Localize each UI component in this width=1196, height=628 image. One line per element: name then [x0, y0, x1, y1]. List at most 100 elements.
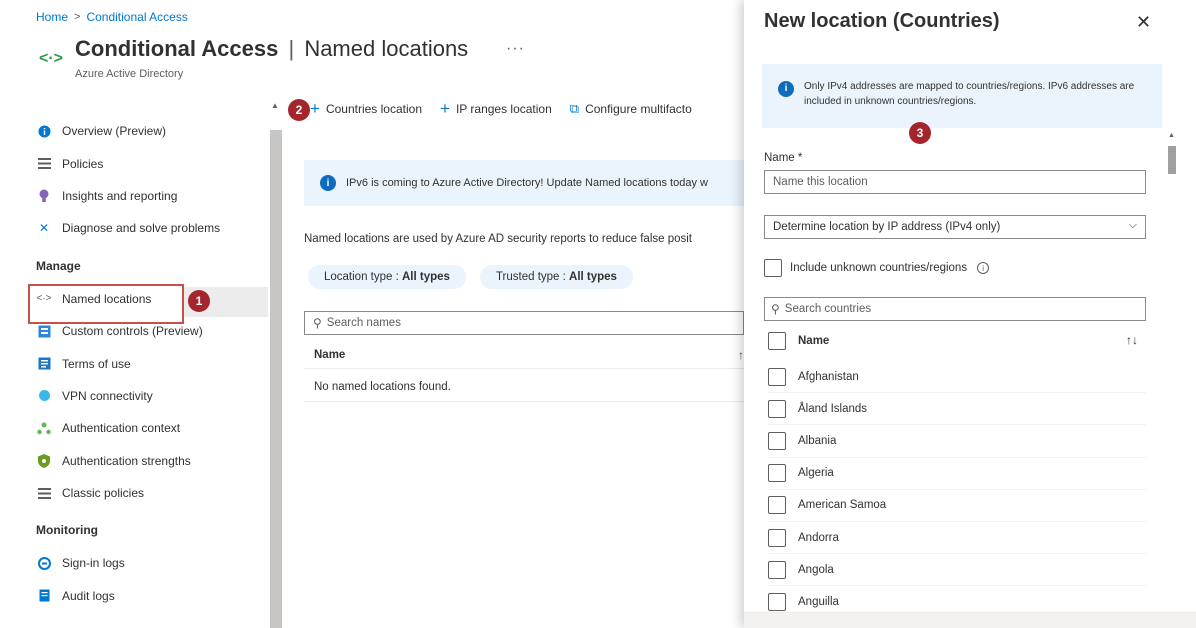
select-all-checkbox[interactable] [768, 332, 786, 350]
ip-ranges-location-button[interactable]: + IP ranges location [440, 100, 552, 117]
sidebar-item-label: Diagnose and solve problems [62, 221, 221, 236]
determine-location-select[interactable]: Determine location by IP address (IPv4 o… [764, 215, 1146, 239]
breadcrumb-conditional-access[interactable]: Conditional Access [86, 10, 187, 24]
list-item[interactable]: Andorra [768, 522, 1146, 555]
search-names-placeholder: Search names [326, 317, 401, 329]
more-options-button[interactable]: ··· [506, 40, 525, 58]
chevron-down-icon: ⌵ [1128, 219, 1137, 231]
list-icon [36, 156, 52, 172]
include-unknown-checkbox[interactable] [764, 259, 782, 277]
country-name: Åland Islands [798, 402, 868, 415]
named-locations-description: Named locations are used by Azure AD sec… [304, 233, 693, 245]
sidebar: Overview (Preview) Policies Insights and… [28, 115, 268, 612]
info-icon [36, 123, 52, 139]
name-field[interactable]: Name this location [764, 170, 1146, 194]
country-name: Algeria [798, 467, 834, 480]
country-name: Angola [798, 563, 834, 576]
search-countries-input[interactable]: ⚲ Search countries [764, 297, 1146, 321]
country-checkbox[interactable] [768, 592, 786, 611]
include-unknown-row: Include unknown countries/regions i [764, 259, 990, 277]
sidebar-item-auth-context[interactable]: Authentication context [28, 412, 268, 444]
country-name: American Samoa [798, 499, 887, 512]
list-item[interactable]: Afghanistan [768, 361, 1146, 394]
list-item[interactable]: Angola [768, 554, 1146, 587]
sort-icon[interactable]: ↑↓ [1126, 333, 1138, 347]
info-icon: i [320, 175, 336, 191]
search-names-input[interactable]: ⚲ Search names [304, 311, 744, 335]
country-checkbox[interactable] [768, 431, 786, 450]
country-list-header: Name ↑↓ [768, 329, 1146, 353]
sidebar-item-overview[interactable]: Overview (Preview) [28, 115, 268, 147]
breadcrumb-home[interactable]: Home [36, 10, 68, 24]
info-icon: i [778, 81, 794, 97]
table-header: Name ↑ [304, 341, 744, 369]
country-list: Afghanistan Åland Islands Albania Algeri… [768, 361, 1146, 619]
ipv6-info-banner: i IPv6 is coming to Azure Active Directo… [304, 160, 744, 206]
auth-context-icon [36, 420, 52, 436]
command-bar: + Countries location + IP ranges locatio… [310, 100, 692, 117]
sidebar-item-label: Authentication context [62, 421, 181, 436]
country-checkbox[interactable] [768, 528, 786, 547]
sidebar-item-label: VPN connectivity [62, 388, 153, 403]
determine-location-value: Determine location by IP address (IPv4 o… [773, 221, 1001, 233]
country-checkbox[interactable] [768, 496, 786, 515]
country-name: Anguilla [798, 595, 839, 608]
location-type-filter[interactable]: Location type : All types [308, 265, 466, 289]
list-item[interactable]: American Samoa [768, 490, 1146, 522]
countries-location-label: Countries location [325, 101, 422, 116]
sidebar-scrollbar[interactable] [270, 130, 282, 628]
panel-scrollbar[interactable]: ▲ ▼ [1166, 132, 1178, 620]
countries-location-button[interactable]: + Countries location [310, 100, 422, 117]
sidebar-item-insights[interactable]: Insights and reporting [28, 180, 268, 212]
section-heading-manage: Manage [36, 258, 81, 273]
conditional-access-icon: <·> [38, 50, 63, 67]
new-location-panel: New location (Countries) ✕ i Only IPv4 a… [744, 0, 1196, 628]
audit-icon [36, 588, 52, 604]
panel-title: New location (Countries) [764, 10, 1000, 32]
sidebar-item-label: Sign-in logs [62, 556, 125, 571]
column-header-name[interactable]: Name [314, 349, 345, 361]
sidebar-item-policies[interactable]: Policies [28, 147, 268, 179]
plus-icon: + [440, 99, 450, 118]
close-icon[interactable]: ✕ [1136, 12, 1151, 33]
list-item[interactable]: Åland Islands [768, 393, 1146, 426]
country-checkbox[interactable] [768, 367, 786, 386]
list-item[interactable]: Algeria [768, 458, 1146, 490]
wrench-icon: ✕ [38, 221, 50, 236]
signin-icon [36, 555, 52, 571]
country-checkbox[interactable] [768, 560, 786, 579]
sidebar-item-auth-strengths[interactable]: Authentication strengths [28, 445, 268, 477]
sidebar-item-label: Authentication strengths [62, 453, 191, 468]
scroll-up-icon[interactable]: ▲ [271, 101, 281, 110]
configure-mfa-label: Configure multifacto [585, 101, 692, 116]
step-badge-two: 2 [288, 99, 310, 121]
country-checkbox[interactable] [768, 399, 786, 418]
bulb-icon [36, 188, 52, 204]
sidebar-item-vpn[interactable]: VPN connectivity [28, 380, 268, 412]
search-icon: ⚲ [771, 302, 780, 316]
ip-ranges-location-label: IP ranges location [455, 101, 552, 116]
country-checkbox[interactable] [768, 464, 786, 483]
sidebar-item-audit-logs[interactable]: Audit logs [28, 580, 268, 612]
page-title-sub: Named locations [304, 36, 469, 61]
scroll-up-icon[interactable]: ▲ [1168, 132, 1175, 139]
step-badge-one: 1 [188, 290, 210, 312]
sidebar-item-diagnose[interactable]: ✕ Diagnose and solve problems [28, 212, 268, 244]
search-icon: ⚲ [313, 316, 322, 330]
country-column-header[interactable]: Name [798, 335, 829, 347]
help-icon[interactable]: i [977, 262, 990, 274]
breadcrumb: Home > Conditional Access [36, 10, 188, 24]
name-field-label: Name * [764, 152, 803, 164]
azure-portal-window: Home > Conditional Access <·> Conditiona… [0, 0, 1196, 628]
scrollbar-thumb[interactable] [1168, 146, 1176, 174]
step-badge-three: 3 [909, 122, 931, 144]
sidebar-item-label: Policies [62, 156, 104, 171]
sidebar-item-terms-of-use[interactable]: Terms of use [28, 347, 268, 379]
sidebar-item-sign-in-logs[interactable]: Sign-in logs [28, 547, 268, 579]
configure-mfa-button[interactable]: ⧉ Configure multifacto [570, 102, 692, 116]
sidebar-item-classic-policies[interactable]: Classic policies [28, 477, 268, 509]
list-item[interactable]: Albania [768, 425, 1146, 458]
sidebar-item-label: Custom controls (Preview) [62, 324, 203, 339]
trusted-type-filter[interactable]: Trusted type : All types [479, 265, 633, 289]
page-title: Conditional Access | Named locations [75, 36, 468, 62]
